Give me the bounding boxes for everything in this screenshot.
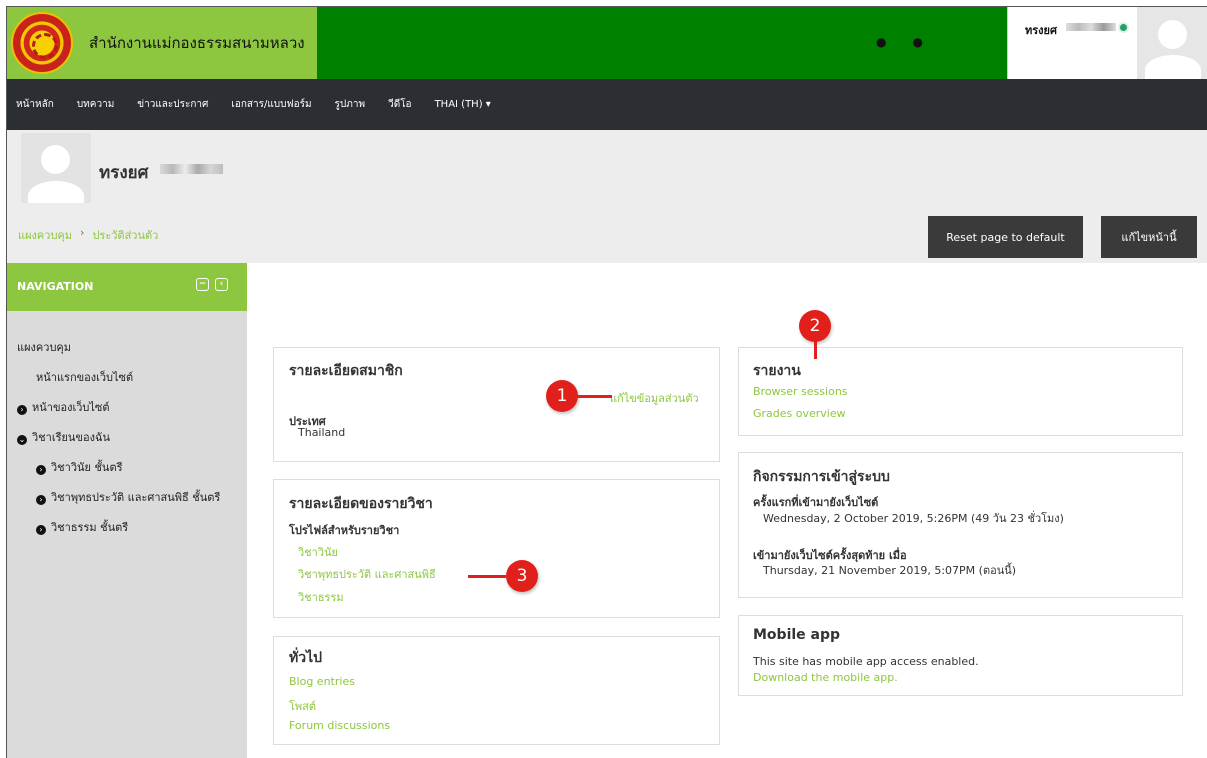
main-navigation: หน้าหลัก บทความ ข่าวและประกาศ เอกสาร/แบบ…: [7, 79, 1207, 130]
nav-news[interactable]: ข่าวและประกาศ: [137, 97, 208, 112]
annotation-marker-one: 1: [546, 380, 578, 412]
posts-link[interactable]: โพสต์: [289, 697, 316, 715]
bell-icon[interactable]: ●: [876, 35, 886, 49]
site-brand-link[interactable]: สำนักงานแม่กองธรรมสนามหลวง: [7, 7, 317, 79]
language-menu[interactable]: THAI (TH) ▾: [435, 99, 491, 110]
avatar-head-shape: [41, 145, 70, 174]
course-details-card: รายละเอียดของรายวิชา โปรไฟล์สำหรับรายวิช…: [273, 479, 720, 618]
redacted-user-surname: [1066, 23, 1116, 31]
avatar-head-shape: [1158, 20, 1187, 49]
profile-content: รายละเอียดสมาชิก แก้ไขข้อมูลส่วนตัว ประเ…: [247, 263, 1207, 758]
nav-images[interactable]: รูปภาพ: [335, 97, 366, 112]
breadcrumb-profile[interactable]: ประวัติส่วนตัว: [92, 226, 158, 244]
user-avatar[interactable]: [1137, 7, 1207, 79]
reset-page-button[interactable]: Reset page to default: [928, 216, 1083, 258]
breadcrumb-dashboard[interactable]: แผงควบคุม: [18, 226, 72, 244]
forum-discussions-link[interactable]: Forum discussions: [289, 719, 390, 732]
chevron-right-icon: ›: [36, 495, 46, 505]
collapse-icon[interactable]: −: [196, 278, 209, 291]
annotation-arrow-one: [576, 395, 612, 398]
site-header: สำนักงานแม่กองธรรมสนามหลวง ● ● ทรงยศ: [7, 7, 1207, 79]
dharma-wheel-logo: [11, 12, 73, 74]
header-icons: ● ●: [876, 35, 923, 49]
nav-documents[interactable]: เอกสาร/แบบฟอร์ม: [231, 97, 311, 112]
browser-page: สำนักงานแม่กองธรรมสนามหลวง ● ● ทรงยศ หน้…: [6, 6, 1207, 758]
nav-home[interactable]: หน้าหลัก: [16, 97, 54, 112]
mobile-app-title: Mobile app: [753, 627, 841, 643]
annotation-arrow-two: [814, 340, 817, 359]
sidebar-item-site-pages[interactable]: › หน้าของเว็บไซต์: [17, 398, 110, 416]
avatar-body-shape: [28, 181, 84, 203]
sidebar-course-dhamma[interactable]: › วิชาธรรม ชั้นตรี: [36, 518, 128, 536]
mobile-app-status: This site has mobile app access enabled.: [753, 655, 979, 668]
sidebar-item-my-courses[interactable]: ⌄ วิชาเรียนของฉัน: [17, 428, 110, 446]
header-green-area: ● ●: [317, 7, 1007, 79]
course-link-history[interactable]: วิชาพุทธประวัติ และศาสนพิธี: [298, 565, 436, 583]
country-value: Thailand: [298, 426, 346, 439]
blog-entries-link[interactable]: Blog entries: [289, 675, 355, 688]
sidebar-course-discipline[interactable]: › วิชาวินัย ชั้นตรี: [36, 458, 123, 476]
mobile-app-card: Mobile app This site has mobile app acce…: [738, 615, 1183, 696]
user-menu[interactable]: ทรงยศ: [1007, 7, 1137, 79]
sidebar-item-site-pages-label: หน้าของเว็บไซต์: [32, 401, 110, 414]
sidebar-course-dhamma-label: วิชาธรรม ชั้นตรี: [51, 521, 129, 534]
edit-page-button[interactable]: แก้ไขหน้านี้: [1101, 216, 1197, 258]
course-link-dhamma[interactable]: วิชาธรรม: [298, 588, 344, 606]
browser-sessions-link[interactable]: Browser sessions: [753, 385, 848, 398]
course-profiles-label: โปรไฟล์สำหรับรายวิชา: [289, 524, 400, 537]
site-name: สำนักงานแม่กองธรรมสนามหลวง: [89, 34, 305, 52]
dock-icon[interactable]: ‹: [215, 278, 228, 291]
chevron-right-icon: ›: [36, 465, 46, 475]
annotation-arrow-three: [468, 575, 506, 578]
nav-videos[interactable]: วีดีโอ: [388, 97, 412, 112]
annotation-marker-two: 2: [799, 310, 831, 342]
navigation-title-text: NAVIGATION: [17, 280, 94, 293]
profile-avatar: [21, 133, 91, 203]
download-mobile-app-link[interactable]: Download the mobile app.: [753, 671, 898, 684]
general-title: ทั่วไป: [289, 650, 323, 666]
chevron-down-icon: ⌄: [17, 435, 27, 445]
login-activity-card: กิจกรรมการเข้าสู่ระบบ ครั้งแรกที่เข้ามาย…: [738, 452, 1183, 598]
grades-overview-link[interactable]: Grades overview: [753, 407, 846, 420]
nav-articles[interactable]: บทความ: [77, 97, 114, 112]
profile-header: ทรงยศ แผงควบคุม › ประวัติส่วนตัว Reset p…: [7, 130, 1207, 263]
profile-name: ทรงยศ: [99, 163, 149, 183]
last-access-value: Thursday, 21 November 2019, 5:07PM (ตอนน…: [763, 564, 1017, 577]
redacted-profile-surname: [160, 164, 223, 174]
sidebar-item-my-courses-label: วิชาเรียนของฉัน: [32, 431, 110, 444]
annotation-marker-three: 3: [506, 560, 538, 592]
sidebar-item-dashboard[interactable]: แผงควบคุม: [17, 338, 71, 356]
online-status-icon: [1118, 22, 1129, 33]
avatar-body-shape: [1145, 55, 1201, 79]
breadcrumb: แผงควบคุม › ประวัติส่วนตัว: [18, 226, 158, 244]
course-details-title: รายละเอียดของรายวิชา: [289, 496, 433, 512]
member-details-title: รายละเอียดสมาชิก: [289, 363, 403, 379]
member-details-card: รายละเอียดสมาชิก แก้ไขข้อมูลส่วนตัว ประเ…: [273, 347, 720, 462]
header-user-name: ทรงยศ: [1025, 24, 1057, 37]
reports-card: รายงาน Browser sessions Grades overview: [738, 347, 1183, 436]
breadcrumb-separator-icon: ›: [80, 226, 85, 239]
general-card: ทั่วไป Blog entries โพสต์ Forum discussi…: [273, 636, 720, 745]
reports-title: รายงาน: [753, 363, 801, 379]
chevron-right-icon: ›: [17, 405, 27, 415]
message-icon[interactable]: ●: [913, 35, 923, 49]
navigation-block: NAVIGATION − ‹ แผงควบคุม หน้าแรกของเว็บไ…: [7, 263, 247, 758]
sidebar-item-site-home[interactable]: หน้าแรกของเว็บไซต์: [36, 368, 133, 386]
edit-profile-link[interactable]: แก้ไขข้อมูลส่วนตัว: [610, 389, 699, 407]
sidebar-course-discipline-label: วิชาวินัย ชั้นตรี: [51, 461, 123, 474]
sidebar-course-history[interactable]: › วิชาพุทธประวัติ และศาสนพิธี ชั้นตรี: [36, 488, 220, 506]
first-access-value: Wednesday, 2 October 2019, 5:26PM (49 วั…: [763, 512, 1064, 525]
login-activity-title: กิจกรรมการเข้าสู่ระบบ: [753, 469, 890, 485]
navigation-title: NAVIGATION − ‹: [7, 263, 247, 311]
sidebar-course-history-label: วิชาพุทธประวัติ และศาสนพิธี ชั้นตรี: [51, 491, 221, 504]
course-link-discipline[interactable]: วิชาวินัย: [298, 543, 338, 561]
chevron-right-icon: ›: [36, 525, 46, 535]
